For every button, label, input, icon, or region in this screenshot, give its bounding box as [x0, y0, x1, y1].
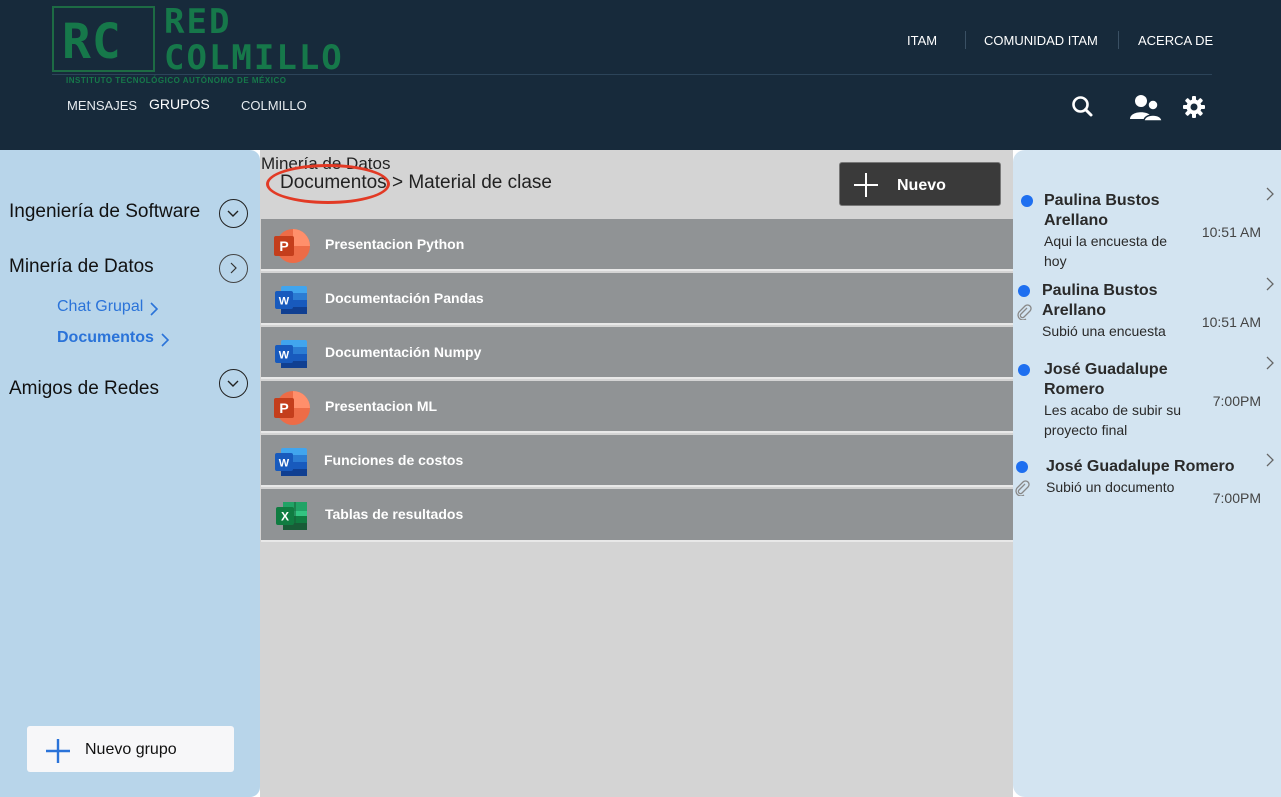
brand-initials: RC	[62, 14, 122, 70]
word-icon: W	[275, 448, 307, 476]
top-nav-itam[interactable]: ITAM	[907, 33, 937, 48]
sidebar-item-label: Documentos	[57, 329, 154, 346]
brand-name-line2: COLMILLO	[164, 38, 344, 78]
file-name: Tablas de resultados	[325, 506, 464, 522]
chevron-right-icon	[1266, 356, 1274, 370]
top-nav-acerca[interactable]: ACERCA DE	[1138, 33, 1213, 48]
breadcrumb-separator: >	[391, 172, 404, 193]
message-item[interactable]: Paulina Bustos Arellano Aqui la encuesta…	[1013, 187, 1281, 272]
file-row[interactable]: P Presentacion ML	[261, 381, 1013, 433]
top-nav-separator	[1118, 31, 1119, 49]
word-icon: W	[275, 286, 307, 314]
file-row[interactable]: W Documentación Numpy	[261, 327, 1013, 379]
powerpoint-icon: P	[274, 229, 310, 263]
excel-icon: X	[276, 502, 307, 530]
message-time: 10:51 AM	[1201, 314, 1261, 330]
unread-dot	[1021, 195, 1033, 207]
top-nav-separator	[965, 31, 966, 49]
gear-icon[interactable]	[1181, 94, 1207, 120]
message-text: Subió un documento	[1046, 479, 1175, 495]
message-item[interactable]: José Guadalupe Romero Les acabo de subir…	[1013, 356, 1281, 441]
unread-dot	[1016, 461, 1028, 473]
sidebar-item-label: Chat Grupal	[57, 298, 144, 315]
sidebar-item-chat-grupal[interactable]: Chat Grupal	[57, 298, 159, 316]
file-name: Presentacion Python	[325, 236, 465, 252]
breadcrumb-folder[interactable]: Material de clase	[408, 172, 552, 193]
message-text: Subió una encuesta	[1042, 323, 1166, 339]
header-divider	[52, 74, 1212, 75]
chevron-right-icon[interactable]	[219, 254, 248, 283]
message-time: 7:00PM	[1212, 393, 1261, 409]
file-row[interactable]: X Tablas de resultados	[261, 489, 1013, 542]
chevron-right-icon	[1266, 453, 1274, 467]
brand-name-line1: RED	[164, 2, 232, 42]
word-icon: W	[275, 340, 307, 368]
app-header: RC RED COLMILLO INSTITUTO TECNOLÓGICO AU…	[0, 0, 1281, 150]
new-group-button[interactable]: Nuevo grupo	[27, 726, 234, 772]
chevron-right-icon	[1266, 187, 1274, 201]
message-item[interactable]: Paulina Bustos Arellano Subió una encues…	[1013, 277, 1281, 348]
chevron-right-icon	[1266, 277, 1274, 291]
new-document-label: Nuevo	[897, 177, 946, 194]
message-text: Aqui la encuesta de hoy	[1044, 233, 1167, 269]
new-document-button[interactable]: Nuevo	[839, 162, 1001, 206]
paperclip-icon	[1015, 480, 1030, 496]
top-nav-comunidad[interactable]: COMUNIDAD ITAM	[984, 33, 1098, 48]
paperclip-icon	[1017, 304, 1032, 320]
file-name: Presentacion ML	[325, 398, 438, 414]
tab-colmillo[interactable]: COLMILLO	[241, 98, 307, 113]
contacts-icon[interactable]	[1129, 93, 1163, 123]
groups-sidebar: Ingeniería de Software Minería de Datos …	[0, 150, 260, 797]
svg-text:W: W	[279, 296, 290, 308]
svg-text:W: W	[279, 350, 290, 362]
message-item[interactable]: José Guadalupe Romero Subió un documento…	[1013, 453, 1281, 514]
documents-panel: Minería de Datos Documentos > Material d…	[260, 150, 1013, 797]
new-group-label: Nuevo grupo	[85, 741, 177, 758]
tab-mensajes[interactable]: MENSAJES	[67, 98, 137, 113]
svg-text:P: P	[279, 400, 288, 416]
highlight-circle	[266, 164, 390, 204]
file-name: Documentación Pandas	[325, 290, 484, 306]
chevron-down-icon[interactable]	[219, 199, 248, 228]
message-sender: Paulina Bustos Arellano	[1042, 282, 1158, 319]
powerpoint-icon: P	[274, 391, 310, 425]
svg-text:W: W	[279, 458, 290, 470]
search-icon[interactable]	[1070, 94, 1096, 120]
file-name: Funciones de costos	[324, 452, 464, 468]
message-time: 7:00PM	[1212, 490, 1261, 506]
plus-icon	[854, 173, 878, 197]
svg-text:P: P	[279, 238, 288, 254]
brand-name: RED COLMILLO	[164, 4, 344, 76]
message-sender: Paulina Bustos Arellano	[1044, 192, 1160, 229]
plus-icon	[46, 739, 70, 763]
chevron-right-icon	[150, 302, 159, 316]
chevron-right-icon	[161, 333, 170, 347]
message-sender: José Guadalupe Romero	[1046, 458, 1235, 475]
tab-grupos[interactable]: GRUPOS	[149, 96, 210, 112]
chevron-down-icon[interactable]	[219, 369, 248, 398]
brand-subtitle: INSTITUTO TECNOLÓGICO AUTÓNOMO DE MÉXICO	[66, 76, 287, 85]
file-row[interactable]: P Presentacion Python	[261, 219, 1013, 271]
unread-dot	[1018, 364, 1030, 376]
message-text: Les acabo de subir su proyecto final	[1044, 402, 1181, 438]
file-row[interactable]: W Documentación Pandas	[261, 273, 1013, 325]
svg-text:X: X	[281, 510, 289, 524]
group-mineria-datos[interactable]: Minería de Datos	[9, 256, 154, 278]
brand-logo[interactable]: RC RED COLMILLO INSTITUTO TECNOLÓGICO AU…	[52, 4, 364, 88]
file-row[interactable]: W Funciones de costos	[261, 435, 1013, 487]
group-ingenieria-software[interactable]: Ingeniería de Software	[9, 201, 200, 223]
message-time: 10:51 AM	[1201, 224, 1261, 240]
group-amigos-redes[interactable]: Amigos de Redes	[9, 378, 159, 400]
sidebar-item-documentos[interactable]: Documentos	[57, 329, 170, 347]
notifications-panel: Paulina Bustos Arellano Aqui la encuesta…	[1013, 150, 1281, 797]
file-name: Documentación Numpy	[325, 344, 482, 360]
message-sender: José Guadalupe Romero	[1044, 361, 1168, 398]
unread-dot	[1018, 285, 1030, 297]
brand-logo-box: RC	[52, 6, 155, 72]
